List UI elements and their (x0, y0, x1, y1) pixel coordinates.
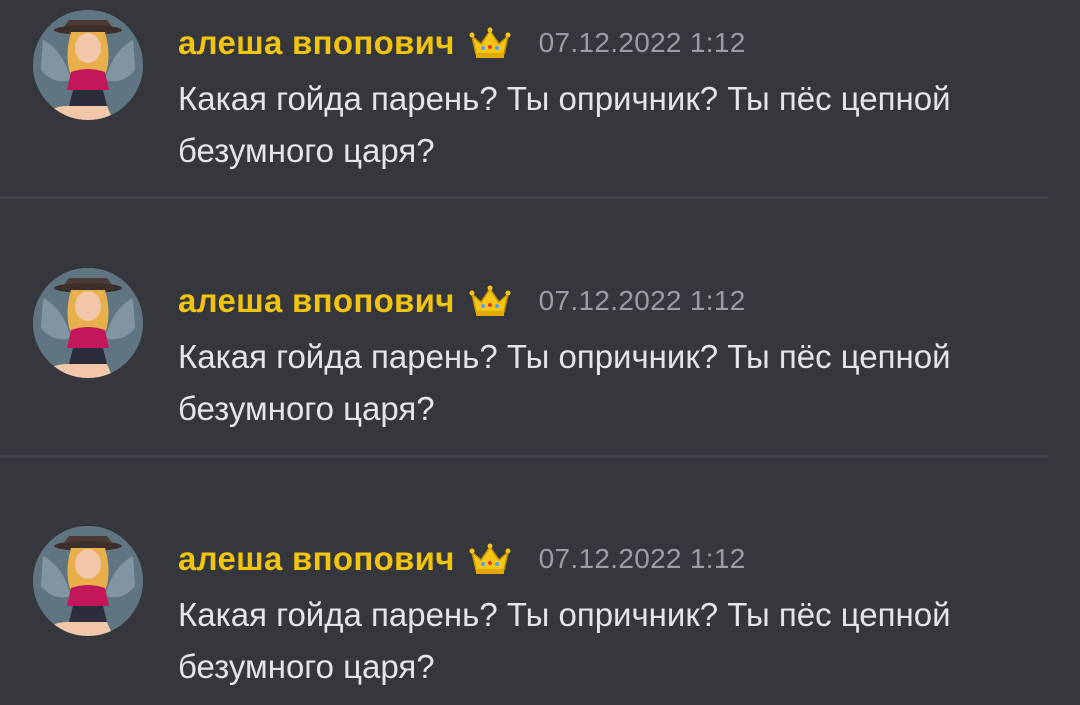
message-text: Какая гойда парень? Ты опричник? Ты пёс … (178, 338, 951, 427)
message-header: алеша впопович 07.12.2022 1:12 (178, 534, 746, 584)
divider (0, 455, 1048, 458)
timestamp: 07.12.2022 1:12 (538, 27, 746, 58)
avatar-image (33, 268, 143, 378)
avatar[interactable] (33, 268, 143, 378)
crown-icon (469, 542, 511, 576)
message-text: Какая гойда парень? Ты опричник? Ты пёс … (178, 596, 951, 685)
crown-icon (469, 26, 511, 60)
message-header: алеша впопович 07.12.2022 1:12 (178, 18, 746, 68)
avatar-image (33, 10, 143, 120)
username[interactable]: алеша впопович (178, 282, 455, 320)
username[interactable]: алеша впопович (178, 24, 455, 62)
username[interactable]: алеша впопович (178, 540, 455, 578)
crown-icon (469, 284, 511, 318)
avatar[interactable] (33, 526, 143, 636)
chat-message[interactable]: алеша впопович 07.12.2022 1:12 Какая гой… (0, 0, 1080, 200)
timestamp: 07.12.2022 1:12 (538, 543, 746, 574)
avatar-image (33, 526, 143, 636)
chat-message-list: алеша впопович 07.12.2022 1:12 Какая гой… (0, 0, 1080, 705)
divider (0, 196, 1048, 199)
message-text: Какая гойда парень? Ты опричник? Ты пёс … (178, 80, 951, 169)
avatar[interactable] (33, 10, 143, 120)
chat-message[interactable]: алеша впопович 07.12.2022 1:12 Какая гой… (0, 258, 1080, 458)
message-header: алеша впопович 07.12.2022 1:12 (178, 276, 746, 326)
chat-message[interactable]: алеша впопович 07.12.2022 1:12 Какая гой… (0, 516, 1080, 705)
timestamp: 07.12.2022 1:12 (538, 285, 746, 316)
